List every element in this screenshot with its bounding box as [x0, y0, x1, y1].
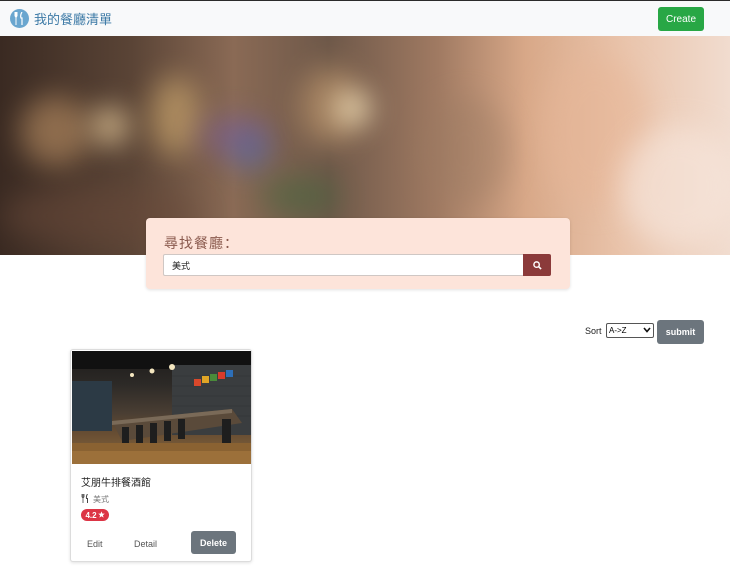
search-title: 尋找餐廳： — [164, 235, 239, 251]
sort-selected-value: A->Z — [609, 326, 627, 335]
utensils-logo-icon — [10, 9, 29, 28]
navbar: 我的餐廳清單 Create — [0, 0, 730, 36]
rating-value: 4.2 — [85, 510, 97, 520]
search-panel: 尋找餐廳： — [146, 218, 570, 289]
edit-link[interactable]: Edit — [87, 539, 103, 549]
sort-submit-button[interactable]: submit — [657, 320, 704, 344]
create-button[interactable]: Create — [658, 7, 704, 31]
search-button[interactable] — [523, 254, 551, 276]
star-icon — [97, 510, 105, 520]
utensils-icon — [81, 490, 89, 508]
brand-link[interactable]: 我的餐廳清單 — [10, 9, 112, 28]
sort-label: Sort — [585, 326, 602, 336]
restaurant-image[interactable] — [72, 351, 251, 464]
delete-button[interactable]: Delete — [191, 531, 236, 554]
restaurant-card: 艾朋牛排餐酒館 美式 4.2 Edit Detail Delete — [70, 349, 252, 562]
restaurant-name: 艾朋牛排餐酒館 — [81, 478, 151, 489]
category-label: 美式 — [93, 494, 109, 504]
chevron-down-icon — [643, 326, 651, 335]
detail-link[interactable]: Detail — [134, 539, 157, 549]
rating-badge: 4.2 — [81, 509, 109, 521]
restaurant-category: 美式 — [81, 490, 109, 508]
search-input[interactable] — [163, 254, 523, 276]
sort-select[interactable]: A->Z — [606, 323, 654, 338]
brand-title: 我的餐廳清單 — [34, 12, 113, 27]
search-icon — [532, 258, 542, 273]
